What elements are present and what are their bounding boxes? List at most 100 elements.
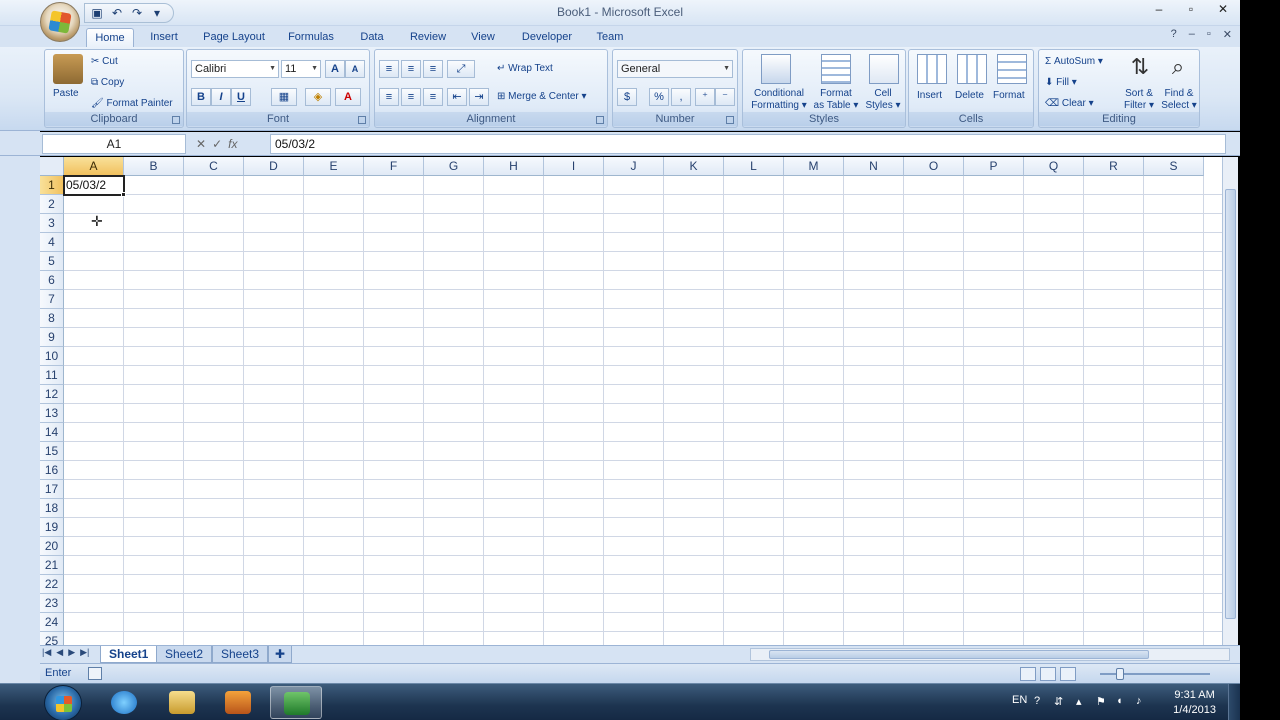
horizontal-scrollbar[interactable] [750, 648, 1230, 661]
font-size-select[interactable]: 11 ▼ [281, 60, 321, 78]
volume-icon[interactable]: ◖ [1116, 695, 1128, 707]
row-header-25[interactable]: 25 [40, 632, 64, 645]
row-header-12[interactable]: 12 [40, 385, 64, 404]
align-left-button[interactable]: ≡ [379, 88, 399, 106]
delete-cells-button[interactable]: Delete [955, 90, 984, 101]
format-cells-icon[interactable] [997, 54, 1027, 84]
insert-cells-button[interactable]: Insert [917, 90, 942, 101]
select-all-button[interactable] [40, 157, 64, 176]
bold-button[interactable]: B [191, 88, 211, 106]
vertical-scrollbar[interactable] [1222, 157, 1238, 645]
column-header-k[interactable]: K [664, 157, 724, 176]
tab-formulas[interactable]: Formulas [282, 28, 340, 47]
workbook-minimize-button[interactable]: – [1189, 28, 1195, 41]
column-header-s[interactable]: S [1144, 157, 1204, 176]
column-header-r[interactable]: R [1084, 157, 1144, 176]
row-header-16[interactable]: 16 [40, 461, 64, 480]
column-header-f[interactable]: F [364, 157, 424, 176]
copy-button[interactable]: ⧉ Copy [91, 77, 124, 88]
borders-button[interactable]: ▦ [271, 88, 297, 106]
insert-function-icon[interactable]: fx [228, 137, 237, 151]
column-header-o[interactable]: O [904, 157, 964, 176]
close-button[interactable]: ✕ [1214, 2, 1232, 16]
zoom-slider-knob[interactable] [1116, 668, 1124, 680]
row-header-14[interactable]: 14 [40, 423, 64, 442]
page-break-view-button[interactable] [1060, 667, 1076, 681]
row-header-24[interactable]: 24 [40, 613, 64, 632]
align-middle-button[interactable]: ≡ [401, 60, 421, 78]
column-header-b[interactable]: B [124, 157, 184, 176]
column-header-l[interactable]: L [724, 157, 784, 176]
tab-home[interactable]: Home [86, 28, 134, 47]
binoculars-icon[interactable]: ⌕ [1163, 54, 1193, 84]
row-header-23[interactable]: 23 [40, 594, 64, 613]
office-button[interactable] [40, 2, 80, 42]
insert-sheet-button[interactable]: ✚ [268, 646, 293, 663]
number-format-select[interactable]: General ▼ [617, 60, 733, 78]
excel-task[interactable] [270, 686, 322, 719]
sheet-tab-1[interactable]: Sheet1 [100, 646, 158, 663]
delete-cells-icon[interactable] [957, 54, 987, 84]
last-sheet-icon[interactable]: ▶| [80, 647, 89, 658]
horizontal-scroll-thumb[interactable] [769, 650, 1149, 659]
autosum-button[interactable]: Σ AutoSum ▾ [1045, 56, 1103, 67]
tab-page-layout[interactable]: Page Layout [198, 28, 270, 47]
column-header-e[interactable]: E [304, 157, 364, 176]
shrink-font-button[interactable]: A [345, 60, 365, 78]
column-header-q[interactable]: Q [1024, 157, 1084, 176]
sort-filter-icon[interactable]: ⇅ [1125, 54, 1155, 84]
start-button[interactable] [44, 685, 82, 720]
row-header-10[interactable]: 10 [40, 347, 64, 366]
row-header-20[interactable]: 20 [40, 537, 64, 556]
row-header-5[interactable]: 5 [40, 252, 64, 271]
grow-font-button[interactable]: A [325, 60, 345, 78]
row-header-22[interactable]: 22 [40, 575, 64, 594]
align-bottom-button[interactable]: ≡ [423, 60, 443, 78]
fill-button[interactable]: ⬇ Fill ▾ [1045, 77, 1077, 88]
align-center-button[interactable]: ≡ [401, 88, 421, 106]
cell-styles-icon[interactable] [869, 54, 899, 84]
row-header-4[interactable]: 4 [40, 233, 64, 252]
font-family-select[interactable]: Calibri ▼ [191, 60, 279, 78]
increase-decimal-button[interactable]: ⁺ [695, 88, 715, 106]
column-header-c[interactable]: C [184, 157, 244, 176]
column-header-i[interactable]: I [544, 157, 604, 176]
sort-filter-button[interactable]: Sort & Filter ▾ [1119, 88, 1159, 112]
row-header-11[interactable]: 11 [40, 366, 64, 385]
row-header-7[interactable]: 7 [40, 290, 64, 309]
cancel-icon[interactable]: ✕ [196, 137, 206, 151]
tab-view[interactable]: View [464, 28, 502, 47]
paste-button[interactable]: Paste [53, 88, 79, 99]
sheet-tab-2[interactable]: Sheet2 [156, 646, 213, 663]
minimize-button[interactable]: – [1150, 2, 1168, 16]
workbook-restore-button[interactable]: ▫ [1207, 28, 1211, 41]
column-header-p[interactable]: P [964, 157, 1024, 176]
help-icon[interactable]: ? [1171, 28, 1177, 41]
row-header-17[interactable]: 17 [40, 480, 64, 499]
format-as-table-icon[interactable] [821, 54, 851, 84]
help-tray-icon[interactable]: ? [1034, 695, 1046, 707]
normal-view-button[interactable] [1020, 667, 1036, 681]
column-header-a[interactable]: A [64, 157, 124, 176]
row-header-19[interactable]: 19 [40, 518, 64, 537]
column-header-n[interactable]: N [844, 157, 904, 176]
align-top-button[interactable]: ≡ [379, 60, 399, 78]
tab-data[interactable]: Data [354, 28, 390, 47]
number-launcher[interactable] [726, 116, 734, 124]
decrease-decimal-button[interactable]: ⁻ [715, 88, 735, 106]
prev-sheet-icon[interactable]: ◀ [56, 647, 63, 658]
maximize-button[interactable]: ▫ [1182, 2, 1200, 16]
tab-developer[interactable]: Developer [514, 28, 580, 47]
alignment-launcher[interactable] [596, 116, 604, 124]
network-icon[interactable]: ⇵ [1054, 695, 1066, 708]
vertical-scroll-thumb[interactable] [1225, 189, 1236, 619]
column-header-m[interactable]: M [784, 157, 844, 176]
media-player-task[interactable] [212, 686, 264, 719]
column-header-g[interactable]: G [424, 157, 484, 176]
comma-button[interactable]: , [671, 88, 691, 106]
enter-icon[interactable]: ✓ [212, 137, 222, 151]
align-right-button[interactable]: ≡ [423, 88, 443, 106]
row-header-18[interactable]: 18 [40, 499, 64, 518]
fill-color-button[interactable]: ◈ [305, 88, 331, 106]
find-select-button[interactable]: Find & Select ▾ [1159, 88, 1199, 112]
